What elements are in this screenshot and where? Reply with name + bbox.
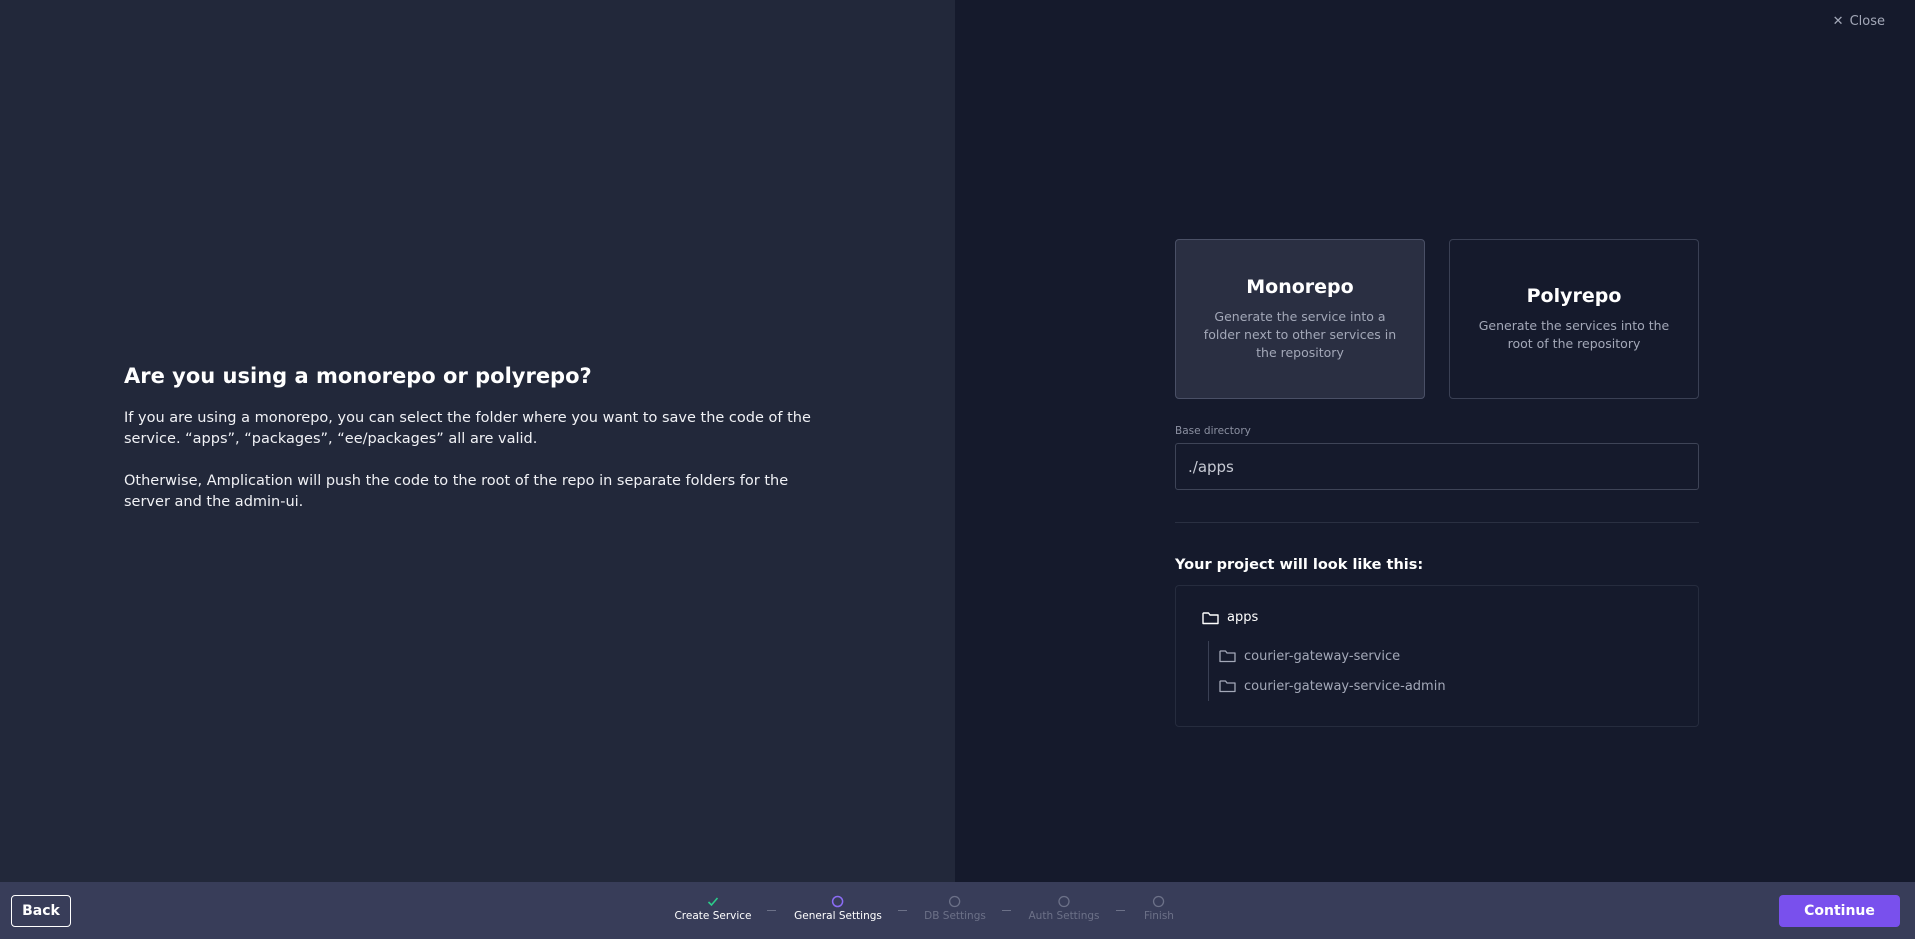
step-general-settings: General Settings xyxy=(794,895,882,922)
folder-icon xyxy=(1219,680,1236,693)
divider xyxy=(1175,522,1699,523)
tree-child-folder: courier-gateway-service xyxy=(1219,641,1446,671)
tree-children: courier-gateway-service courier-gateway-… xyxy=(1208,641,1446,701)
intro-paragraph-monorepo: If you are using a monorepo, you can sel… xyxy=(124,410,811,447)
page-title: Are you using a monorepo or polyrepo? xyxy=(124,364,592,388)
step-separator xyxy=(898,910,907,911)
step-label: Create Service xyxy=(674,910,752,922)
intro-section: Are you using a monorepo or polyrepo? If… xyxy=(124,364,824,534)
step-db-settings: DB Settings xyxy=(924,895,986,922)
monorepo-title: Monorepo xyxy=(1246,276,1354,298)
monorepo-description: Generate the service into a folder next … xyxy=(1203,309,1397,360)
preview-heading: Your project will look like this: xyxy=(1175,557,1424,573)
step-create-service: Create Service xyxy=(674,895,752,922)
close-icon: ✕ xyxy=(1832,14,1844,29)
step-separator xyxy=(1002,910,1011,911)
folder-icon xyxy=(1219,650,1236,663)
close-label: Close xyxy=(1849,14,1885,29)
right-panel: ✕ Close xyxy=(955,0,1915,882)
step-label: Auth Settings xyxy=(1028,910,1100,922)
project-structure-preview: apps courier-gateway-service courier-gat… xyxy=(1175,585,1699,727)
step-circle-icon xyxy=(1152,895,1165,908)
step-separator xyxy=(767,910,776,911)
continue-button[interactable]: Continue xyxy=(1779,895,1900,927)
monorepo-option-card[interactable]: Monorepo Generate the service into a fol… xyxy=(1175,239,1425,399)
step-circle-icon xyxy=(831,895,844,908)
step-finish: Finish xyxy=(1144,895,1174,922)
step-label: Finish xyxy=(1144,910,1174,922)
step-circle-icon xyxy=(948,895,961,908)
step-separator xyxy=(1116,910,1125,911)
tree-root-label: apps xyxy=(1227,610,1259,625)
wizard-footer: Back Create Service General Settings DB … xyxy=(0,882,1915,939)
tree-child-label: courier-gateway-service xyxy=(1244,648,1401,664)
left-panel: Are you using a monorepo or polyrepo? If… xyxy=(0,0,955,882)
wizard-stepper: Create Service General Settings DB Setti… xyxy=(0,882,1915,939)
step-auth-settings: Auth Settings xyxy=(1028,895,1100,922)
check-icon xyxy=(706,895,719,908)
base-directory-input[interactable] xyxy=(1175,443,1699,490)
polyrepo-option-card[interactable]: Polyrepo Generate the services into the … xyxy=(1449,239,1699,399)
step-circle-icon xyxy=(1057,895,1070,908)
close-button[interactable]: ✕ Close xyxy=(1833,14,1885,29)
tree-child-label: courier-gateway-service-admin xyxy=(1244,678,1446,694)
intro-paragraph-polyrepo: Otherwise, Amplication will push the cod… xyxy=(124,473,789,510)
polyrepo-description: Generate the services into the root of t… xyxy=(1478,318,1670,351)
step-label: General Settings xyxy=(794,910,882,922)
base-directory-label: Base directory xyxy=(1175,425,1251,437)
polyrepo-title: Polyrepo xyxy=(1526,285,1622,307)
step-label: DB Settings xyxy=(924,910,986,922)
tree-child-folder: courier-gateway-service-admin xyxy=(1219,671,1446,701)
folder-icon xyxy=(1202,611,1219,624)
tree-root-folder: apps xyxy=(1202,610,1258,625)
